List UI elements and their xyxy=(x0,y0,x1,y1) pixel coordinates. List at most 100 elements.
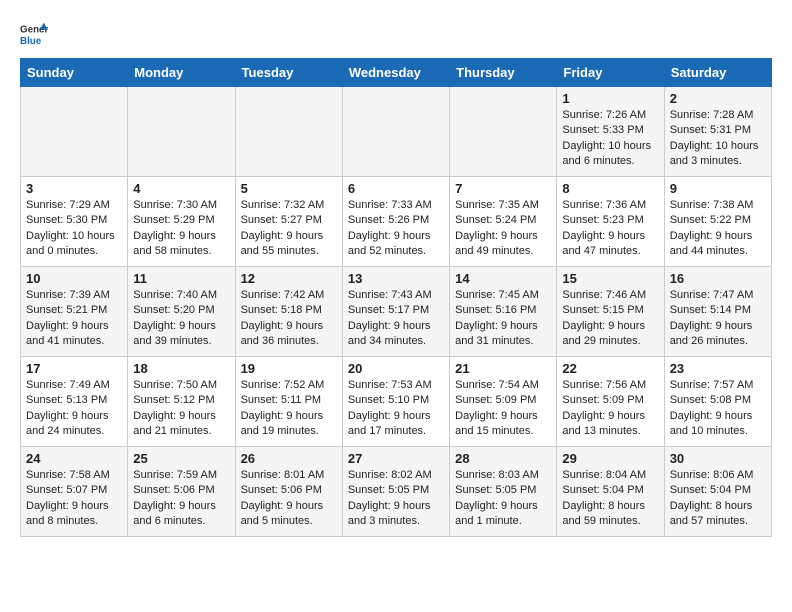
day-number: 9 xyxy=(670,181,766,196)
day-cell xyxy=(450,87,557,177)
day-cell: 20 Sunrise: 7:53 AM Sunset: 5:10 PM Dayli… xyxy=(342,357,449,447)
day-info: Sunrise: 7:26 AM Sunset: 5:33 PM Dayligh… xyxy=(562,108,658,170)
day-info: Sunrise: 7:30 AM Sunset: 5:29 PM Dayligh… xyxy=(133,198,229,260)
day-cell: 2 Sunrise: 7:28 AM Sunset: 5:31 PM Daylig… xyxy=(664,87,771,177)
day-cell xyxy=(128,87,235,177)
day-cell: 28 Sunrise: 8:03 AM Sunset: 5:05 PM Dayli… xyxy=(450,447,557,537)
day-number: 26 xyxy=(241,451,337,466)
day-number: 10 xyxy=(26,271,122,286)
day-cell: 8 Sunrise: 7:36 AM Sunset: 5:23 PM Daylig… xyxy=(557,177,664,267)
day-cell: 7 Sunrise: 7:35 AM Sunset: 5:24 PM Daylig… xyxy=(450,177,557,267)
column-header-monday: Monday xyxy=(128,59,235,87)
day-cell: 22 Sunrise: 7:56 AM Sunset: 5:09 PM Dayli… xyxy=(557,357,664,447)
day-number: 5 xyxy=(241,181,337,196)
day-info: Sunrise: 7:52 AM Sunset: 5:11 PM Dayligh… xyxy=(241,378,337,440)
day-cell xyxy=(342,87,449,177)
day-cell: 5 Sunrise: 7:32 AM Sunset: 5:27 PM Daylig… xyxy=(235,177,342,267)
day-cell: 14 Sunrise: 7:45 AM Sunset: 5:16 PM Dayli… xyxy=(450,267,557,357)
day-number: 19 xyxy=(241,361,337,376)
day-info: Sunrise: 7:29 AM Sunset: 5:30 PM Dayligh… xyxy=(26,198,122,260)
day-number: 1 xyxy=(562,91,658,106)
day-cell: 23Sunrise: 7:57 AM Sunset: 5:08 PM Dayli… xyxy=(664,357,771,447)
day-cell: 12 Sunrise: 7:42 AM Sunset: 5:18 PM Dayli… xyxy=(235,267,342,357)
day-number: 12 xyxy=(241,271,337,286)
day-info: Sunrise: 7:39 AM Sunset: 5:21 PM Dayligh… xyxy=(26,288,122,350)
day-info: Sunrise: 7:47 AM Sunset: 5:14 PM Dayligh… xyxy=(670,288,766,350)
day-info: Sunrise: 7:33 AM Sunset: 5:26 PM Dayligh… xyxy=(348,198,444,260)
day-cell: 25Sunrise: 7:59 AM Sunset: 5:06 PM Dayli… xyxy=(128,447,235,537)
day-cell: 15 Sunrise: 7:46 AM Sunset: 5:15 PM Dayli… xyxy=(557,267,664,357)
logo-icon: General Blue xyxy=(20,20,48,48)
day-info: Sunrise: 7:53 AM Sunset: 5:10 PM Dayligh… xyxy=(348,378,444,440)
column-header-saturday: Saturday xyxy=(664,59,771,87)
day-cell: 9Sunrise: 7:38 AM Sunset: 5:22 PM Daylig… xyxy=(664,177,771,267)
day-number: 27 xyxy=(348,451,444,466)
day-info: Sunrise: 8:02 AM Sunset: 5:05 PM Dayligh… xyxy=(348,468,444,530)
column-header-sunday: Sunday xyxy=(21,59,128,87)
day-cell xyxy=(235,87,342,177)
day-info: Sunrise: 7:58 AM Sunset: 5:07 PM Dayligh… xyxy=(26,468,122,530)
day-info: Sunrise: 7:49 AM Sunset: 5:13 PM Dayligh… xyxy=(26,378,122,440)
column-header-friday: Friday xyxy=(557,59,664,87)
day-number: 17 xyxy=(26,361,122,376)
day-number: 4 xyxy=(133,181,229,196)
day-info: Sunrise: 7:28 AM Sunset: 5:31 PM Dayligh… xyxy=(670,108,766,170)
week-row-2: 3 Sunrise: 7:29 AM Sunset: 5:30 PM Daylig… xyxy=(21,177,772,267)
week-row-4: 17 Sunrise: 7:49 AM Sunset: 5:13 PM Dayli… xyxy=(21,357,772,447)
day-number: 16 xyxy=(670,271,766,286)
column-header-tuesday: Tuesday xyxy=(235,59,342,87)
day-number: 14 xyxy=(455,271,551,286)
day-cell: 19 Sunrise: 7:52 AM Sunset: 5:11 PM Dayli… xyxy=(235,357,342,447)
day-info: Sunrise: 7:36 AM Sunset: 5:23 PM Dayligh… xyxy=(562,198,658,260)
day-number: 8 xyxy=(562,181,658,196)
day-cell: 18 Sunrise: 7:50 AM Sunset: 5:12 PM Dayli… xyxy=(128,357,235,447)
week-row-1: 1 Sunrise: 7:26 AM Sunset: 5:33 PM Daylig… xyxy=(21,87,772,177)
day-cell: 3 Sunrise: 7:29 AM Sunset: 5:30 PM Daylig… xyxy=(21,177,128,267)
day-cell: 24 Sunrise: 7:58 AM Sunset: 5:07 PM Dayli… xyxy=(21,447,128,537)
day-info: Sunrise: 8:06 AM Sunset: 5:04 PM Dayligh… xyxy=(670,468,766,530)
day-info: Sunrise: 7:35 AM Sunset: 5:24 PM Dayligh… xyxy=(455,198,551,260)
day-info: Sunrise: 7:40 AM Sunset: 5:20 PM Dayligh… xyxy=(133,288,229,350)
day-number: 7 xyxy=(455,181,551,196)
day-number: 24 xyxy=(26,451,122,466)
day-info: Sunrise: 8:01 AM Sunset: 5:06 PM Dayligh… xyxy=(241,468,337,530)
day-cell: 6 Sunrise: 7:33 AM Sunset: 5:26 PM Daylig… xyxy=(342,177,449,267)
day-cell: 16 Sunrise: 7:47 AM Sunset: 5:14 PM Dayli… xyxy=(664,267,771,357)
day-info: Sunrise: 7:50 AM Sunset: 5:12 PM Dayligh… xyxy=(133,378,229,440)
day-info: Sunrise: 7:42 AM Sunset: 5:18 PM Dayligh… xyxy=(241,288,337,350)
day-cell: 30Sunrise: 8:06 AM Sunset: 5:04 PM Dayli… xyxy=(664,447,771,537)
day-cell xyxy=(21,87,128,177)
day-number: 18 xyxy=(133,361,229,376)
day-info: Sunrise: 7:46 AM Sunset: 5:15 PM Dayligh… xyxy=(562,288,658,350)
day-number: 6 xyxy=(348,181,444,196)
column-header-wednesday: Wednesday xyxy=(342,59,449,87)
day-cell: 11Sunrise: 7:40 AM Sunset: 5:20 PM Dayli… xyxy=(128,267,235,357)
day-number: 15 xyxy=(562,271,658,286)
day-cell: 17 Sunrise: 7:49 AM Sunset: 5:13 PM Dayli… xyxy=(21,357,128,447)
day-info: Sunrise: 7:57 AM Sunset: 5:08 PM Dayligh… xyxy=(670,378,766,440)
day-info: Sunrise: 7:56 AM Sunset: 5:09 PM Dayligh… xyxy=(562,378,658,440)
column-header-thursday: Thursday xyxy=(450,59,557,87)
day-number: 3 xyxy=(26,181,122,196)
day-number: 20 xyxy=(348,361,444,376)
day-info: Sunrise: 7:45 AM Sunset: 5:16 PM Dayligh… xyxy=(455,288,551,350)
day-info: Sunrise: 7:43 AM Sunset: 5:17 PM Dayligh… xyxy=(348,288,444,350)
logo: General Blue xyxy=(20,20,52,48)
day-info: Sunrise: 7:32 AM Sunset: 5:27 PM Dayligh… xyxy=(241,198,337,260)
week-row-3: 10 Sunrise: 7:39 AM Sunset: 5:21 PM Dayli… xyxy=(21,267,772,357)
day-info: Sunrise: 7:59 AM Sunset: 5:06 PM Dayligh… xyxy=(133,468,229,530)
week-row-5: 24 Sunrise: 7:58 AM Sunset: 5:07 PM Dayli… xyxy=(21,447,772,537)
day-number: 28 xyxy=(455,451,551,466)
day-cell: 1 Sunrise: 7:26 AM Sunset: 5:33 PM Daylig… xyxy=(557,87,664,177)
day-number: 22 xyxy=(562,361,658,376)
day-cell: 10 Sunrise: 7:39 AM Sunset: 5:21 PM Dayli… xyxy=(21,267,128,357)
day-cell: 27 Sunrise: 8:02 AM Sunset: 5:05 PM Dayli… xyxy=(342,447,449,537)
svg-text:Blue: Blue xyxy=(20,36,42,47)
day-number: 29 xyxy=(562,451,658,466)
day-cell: 21Sunrise: 7:54 AM Sunset: 5:09 PM Dayli… xyxy=(450,357,557,447)
day-info: Sunrise: 8:04 AM Sunset: 5:04 PM Dayligh… xyxy=(562,468,658,530)
header-row: SundayMondayTuesdayWednesdayThursdayFrid… xyxy=(21,59,772,87)
day-number: 2 xyxy=(670,91,766,106)
day-info: Sunrise: 8:03 AM Sunset: 5:05 PM Dayligh… xyxy=(455,468,551,530)
calendar-table: SundayMondayTuesdayWednesdayThursdayFrid… xyxy=(20,58,772,537)
